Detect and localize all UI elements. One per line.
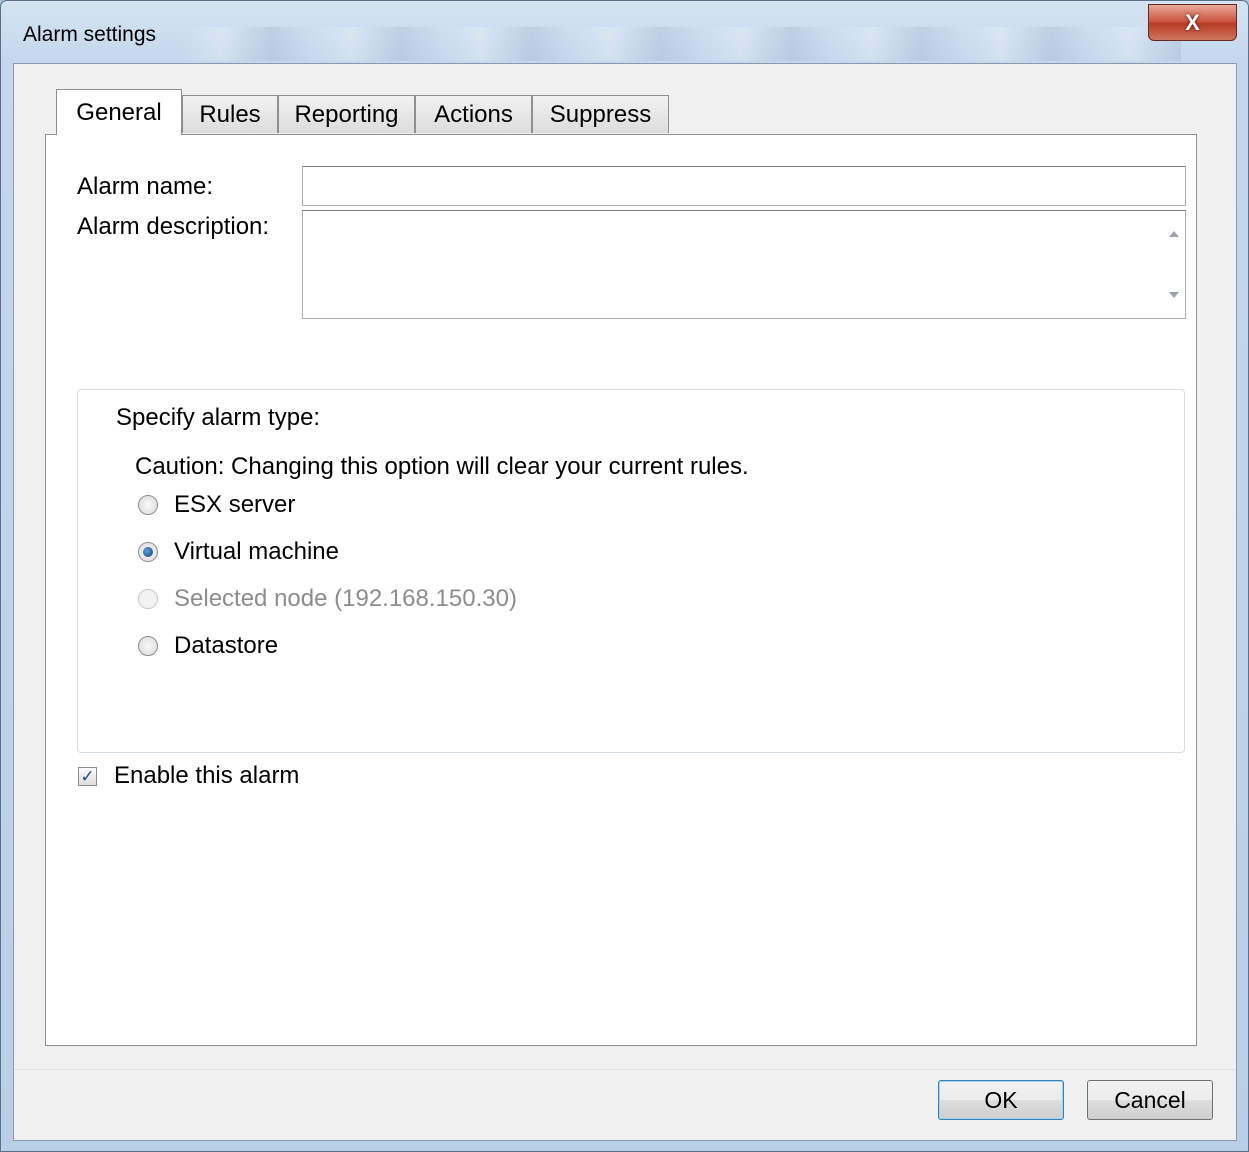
alarm-name-field-box [302, 166, 1186, 206]
ok-button[interactable]: OK [938, 1080, 1064, 1120]
enable-alarm-checkbox[interactable]: ✓ Enable this alarm [78, 762, 299, 790]
radio-button-checked-icon[interactable] [138, 542, 158, 562]
titlebar-background [181, 27, 1181, 61]
description-scrollbar[interactable] [1162, 211, 1185, 318]
tab-general[interactable]: General [56, 89, 182, 135]
alarm-type-heading: Specify alarm type: [116, 404, 321, 431]
alarm-type-group: Specify alarm type: Caution: Changing th… [77, 389, 1185, 753]
radio-button-disabled-icon [138, 589, 158, 609]
tab-actions[interactable]: Actions [415, 95, 532, 133]
enable-alarm-label: Enable this alarm [114, 762, 300, 789]
tab-rules[interactable]: Rules [182, 95, 278, 133]
radio-button-icon[interactable] [138, 495, 158, 515]
radio-label: Datastore [174, 632, 279, 659]
alarm-description-input[interactable] [302, 210, 1186, 319]
close-button[interactable]: X [1148, 4, 1237, 41]
radio-label: ESX server [174, 491, 296, 518]
window-title: Alarm settings [23, 23, 157, 46]
alarm-name-label: Alarm name: [77, 173, 214, 200]
radio-datastore[interactable]: Datastore [138, 632, 278, 660]
cancel-button[interactable]: Cancel [1087, 1080, 1213, 1120]
scroll-down-icon[interactable] [1169, 292, 1179, 298]
general-tab-panel: Alarm name: Alarm description: Specify a… [45, 134, 1197, 1046]
alarm-name-input[interactable] [303, 167, 1185, 205]
radio-selected-node: Selected node (192.168.150.30) [138, 585, 517, 613]
tab-reporting[interactable]: Reporting [278, 95, 415, 133]
radio-esx-server[interactable]: ESX server [138, 491, 295, 519]
dialog-client-area: General Rules Reporting Actions Suppress… [13, 63, 1237, 1141]
radio-label: Selected node (192.168.150.30) [174, 585, 517, 612]
tab-suppress[interactable]: Suppress [532, 95, 669, 133]
close-icon: X [1185, 9, 1200, 35]
alarm-description-label: Alarm description: [77, 213, 270, 240]
checkmark-icon[interactable]: ✓ [78, 766, 97, 786]
alarm-type-caution: Caution: Changing this option will clear… [135, 453, 749, 480]
radio-virtual-machine[interactable]: Virtual machine [138, 538, 339, 566]
footer-separator [14, 1069, 1236, 1070]
scroll-up-icon[interactable] [1169, 231, 1179, 237]
radio-button-icon[interactable] [138, 636, 158, 656]
alarm-settings-window: Alarm settings X General Rules Reporting… [0, 0, 1249, 1152]
radio-label: Virtual machine [174, 538, 339, 565]
